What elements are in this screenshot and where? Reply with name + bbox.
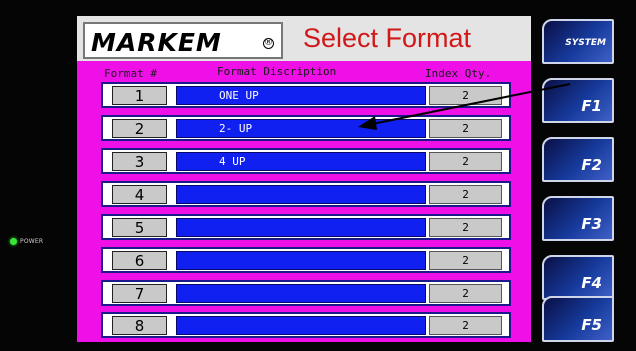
pointer-arrow-icon — [358, 83, 571, 130]
